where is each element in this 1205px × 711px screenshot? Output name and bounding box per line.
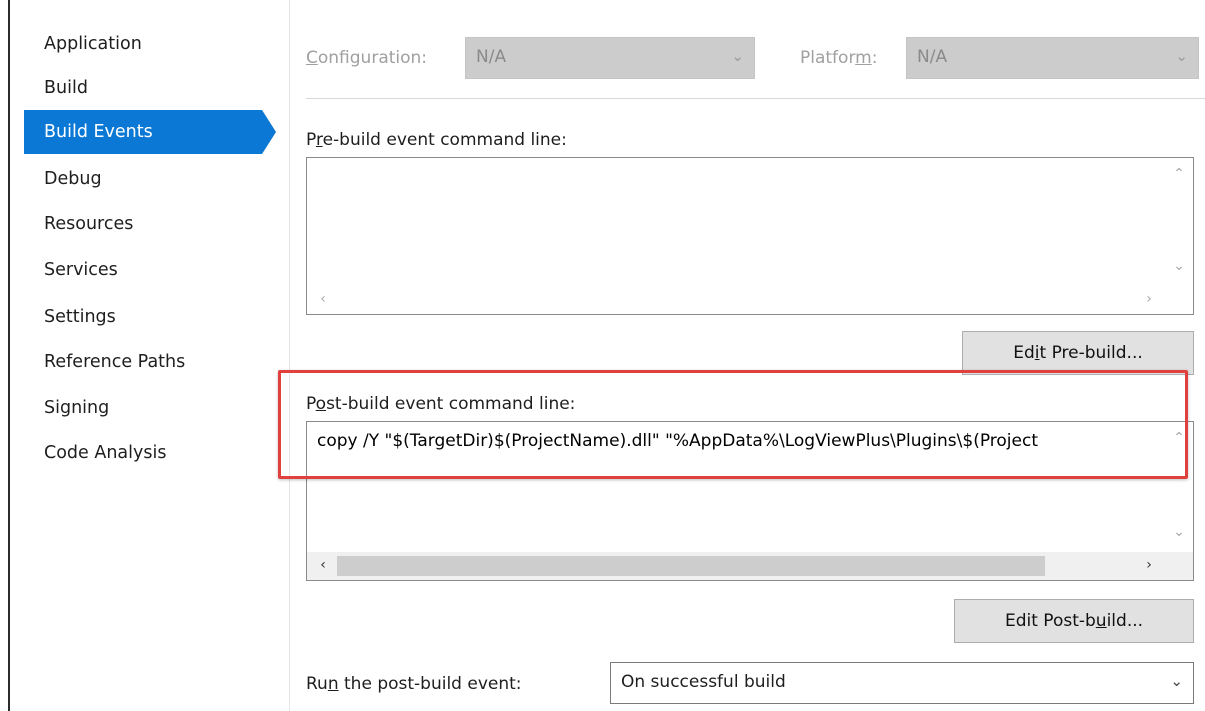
edit-postbuild-button[interactable]: Edit Post-build... — [954, 599, 1194, 643]
selection-arrow-icon — [262, 110, 276, 154]
sidebar-item-label: Services — [44, 260, 118, 280]
configuration-dropdown: N/A ⌄ — [465, 37, 755, 79]
run-event-dropdown[interactable]: On successful build ⌄ — [610, 662, 1194, 704]
prebuild-label: Pre-build event command line: — [306, 130, 567, 150]
sidebar-item-label: Settings — [44, 307, 116, 327]
scrollbar-thumb[interactable] — [337, 556, 1045, 576]
run-event-label: Run the post-build event: — [306, 674, 522, 694]
sidebar-item-label: Build — [44, 78, 88, 98]
sidebar-item-application[interactable]: Application — [24, 22, 262, 66]
chevron-left-icon[interactable]: ‹ — [309, 291, 337, 307]
highlight-box — [278, 370, 1188, 479]
platform-dropdown: N/A ⌄ — [906, 37, 1199, 79]
postbuild-horizontal-scrollbar[interactable]: ‹ › — [307, 552, 1193, 580]
chevron-up-icon[interactable]: ⌃ — [1165, 166, 1193, 182]
platform-label: Platform: — [800, 48, 878, 68]
panel-divider — [289, 0, 290, 711]
sidebar-item-resources[interactable]: Resources — [24, 202, 262, 246]
chevron-down-icon: ⌄ — [731, 47, 744, 65]
edit-prebuild-button[interactable]: Edit Pre-build... — [962, 331, 1194, 375]
sidebar-item-label: Debug — [44, 169, 102, 189]
chevron-right-icon[interactable]: › — [1135, 291, 1163, 307]
sidebar-item-code-analysis[interactable]: Code Analysis — [24, 431, 262, 475]
chevron-down-icon: ⌄ — [1175, 47, 1188, 65]
platform-value: N/A — [917, 47, 948, 67]
sidebar-item-label: Signing — [44, 398, 110, 418]
sidebar-item-settings[interactable]: Settings — [24, 295, 262, 339]
sidebar-item-debug[interactable]: Debug — [24, 157, 262, 201]
sidebar-item-label: Code Analysis — [44, 443, 167, 463]
chevron-left-icon[interactable]: ‹ — [309, 557, 337, 573]
sidebar-item-signing[interactable]: Signing — [24, 386, 262, 430]
prebuild-horizontal-scrollbar[interactable]: ‹ › — [307, 286, 1193, 314]
chevron-right-icon[interactable]: › — [1135, 557, 1163, 573]
run-event-selected-value: On successful build — [621, 672, 786, 692]
config-separator — [306, 98, 1205, 99]
chevron-down-icon[interactable]: ⌄ — [1165, 258, 1193, 274]
configuration-value: N/A — [476, 47, 507, 67]
window-border — [8, 0, 10, 711]
configuration-label: Configuration: — [306, 48, 428, 68]
sidebar-item-services[interactable]: Services — [24, 248, 262, 292]
sidebar-item-build-events[interactable]: Build Events — [24, 110, 276, 154]
prebuild-vertical-scrollbar[interactable]: ⌃ ⌄ — [1165, 158, 1193, 286]
sidebar-item-label: Application — [44, 34, 142, 54]
chevron-down-icon[interactable]: ⌄ — [1165, 524, 1193, 540]
project-properties-window: Application Build Build Events Debug Res… — [0, 0, 1205, 711]
sidebar-item-label: Build Events — [44, 122, 153, 142]
sidebar-item-label: Reference Paths — [44, 352, 186, 372]
chevron-down-icon[interactable]: ⌄ — [1170, 672, 1183, 690]
sidebar-item-reference-paths[interactable]: Reference Paths — [24, 340, 262, 384]
prebuild-command-textarea[interactable]: ⌃ ⌄ ‹ › — [306, 157, 1194, 315]
sidebar-item-build[interactable]: Build — [24, 66, 262, 110]
sidebar-item-label: Resources — [44, 214, 134, 234]
